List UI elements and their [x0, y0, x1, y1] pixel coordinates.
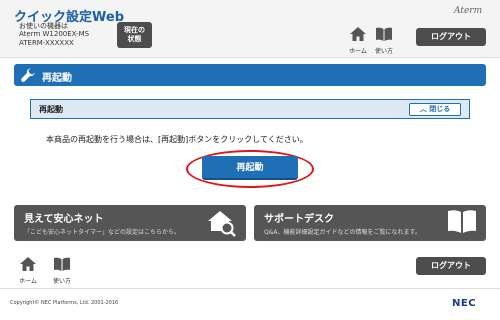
home-icon	[20, 257, 36, 271]
tile-description: Q&A、機能詳細設定ガイドなどの情報をご覧になれます。	[264, 229, 421, 236]
restart-button[interactable]: 再起動	[202, 156, 298, 180]
close-panel-button[interactable]: ︿ 閉じる	[409, 103, 461, 116]
home-label: ホーム	[19, 278, 37, 285]
device-id: ATERM-XXXXXX	[19, 39, 74, 47]
close-label: 閉じる	[429, 105, 451, 113]
footer-divider	[0, 288, 500, 289]
book-icon	[54, 257, 70, 271]
tile-title: 見えて安心ネット	[24, 214, 104, 225]
device-model: Aterm W1200EX-MS	[19, 30, 90, 38]
tile-title: サポートデスク	[264, 214, 334, 225]
restart-instruction: 本商品の再起動を行う場合は、[再起動]ボタンをクリックしてください。	[46, 135, 308, 144]
home-icon	[350, 27, 366, 41]
panel-header: 再起動 ︿ 閉じる	[30, 99, 470, 119]
current-status-button[interactable]: 現在の状態	[117, 22, 152, 48]
mieru-anshin-net-tile[interactable]: 見えて安心ネット 「こども安心ネットタイマー」などの設定はこちらから。	[14, 205, 246, 241]
copyright: Copyright© NEC Platforms, Ltd. 2001-2016	[10, 300, 119, 306]
chevron-up-icon: ︿	[419, 105, 427, 113]
book-icon	[376, 27, 392, 41]
header: クイック設定Web お使いの機器は Aterm W1200EX-MS ATERM…	[0, 0, 500, 58]
current-status-label: 現在の状態	[124, 26, 145, 43]
footer-home-button[interactable]: ホーム	[16, 256, 40, 285]
home-button[interactable]: ホーム	[346, 26, 370, 55]
brand-logo: Aterm	[454, 6, 483, 16]
howto-label: 使い方	[374, 48, 393, 55]
footer-logout-button[interactable]: ログアウト	[416, 257, 486, 275]
wrench-icon	[21, 68, 35, 82]
nec-logo: NEC	[452, 298, 477, 309]
section-title: 再起動	[42, 73, 72, 84]
section-title-bar: 再起動	[14, 64, 486, 86]
book-icon	[448, 210, 476, 233]
howto-button[interactable]: 使い方	[372, 26, 396, 55]
home-label: ホーム	[349, 48, 367, 55]
support-desk-tile[interactable]: サポートデスク Q&A、機能詳細設定ガイドなどの情報をご覧になれます。	[254, 205, 486, 241]
tile-description: 「こども安心ネットタイマー」などの設定はこちらから。	[24, 229, 181, 236]
howto-label: 使い方	[52, 278, 71, 285]
footer-howto-button[interactable]: 使い方	[50, 256, 74, 285]
logout-button[interactable]: ログアウト	[416, 28, 486, 46]
panel-title: 再起動	[39, 105, 63, 114]
house-search-icon	[208, 211, 236, 237]
